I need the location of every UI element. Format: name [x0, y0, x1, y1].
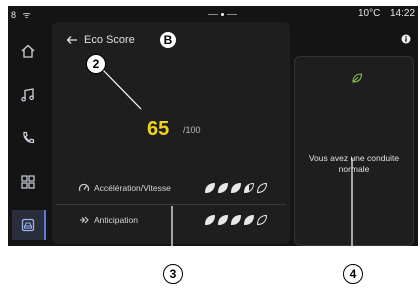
callout-3: 3	[163, 264, 183, 284]
callout-2: 2	[86, 54, 106, 74]
callout-4: 4	[343, 264, 363, 284]
callout-lines	[102, 69, 353, 264]
